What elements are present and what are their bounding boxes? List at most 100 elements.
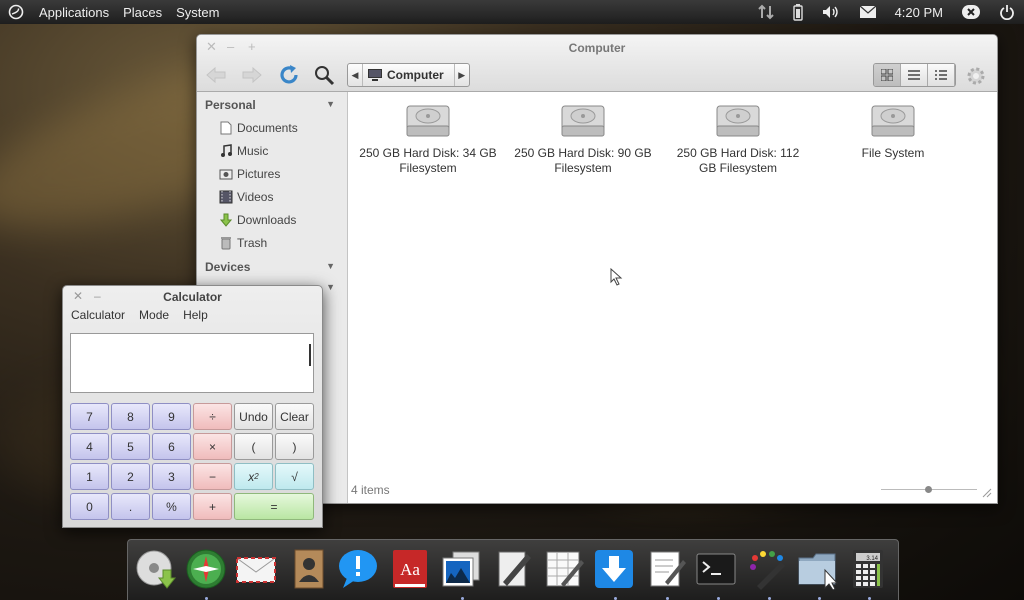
videos-icon	[219, 190, 233, 204]
key-square[interactable]: x2	[234, 463, 273, 490]
trash-icon	[219, 236, 233, 250]
path-right-arrow-icon[interactable]: ▶	[455, 70, 469, 81]
key-plus[interactable]: +	[193, 493, 232, 520]
view-switcher	[873, 63, 956, 87]
pictures-icon	[219, 167, 233, 181]
key-minus[interactable]: −	[193, 463, 232, 490]
spreadsheet-icon[interactable]	[542, 547, 586, 591]
key-sqrt[interactable]: √	[275, 463, 314, 490]
mail-icon[interactable]	[234, 547, 278, 591]
undo-button[interactable]: Undo	[234, 403, 273, 430]
reload-icon[interactable]	[277, 63, 301, 90]
drive-item[interactable]: 250 GB Hard Disk: 34 GB Filesystem	[358, 92, 498, 176]
collapse-arrow-icon[interactable]: ▼	[326, 261, 335, 271]
zoom-slider-handle[interactable]	[925, 486, 932, 493]
sidebar-item-label: Downloads	[237, 212, 297, 227]
session-indicator-icon[interactable]	[952, 4, 990, 20]
sidebar-item-pictures[interactable]: Pictures	[197, 162, 347, 185]
key-9[interactable]: 9	[152, 403, 191, 430]
calculator-icon-display: 3.14	[866, 556, 878, 562]
elementary-logo-icon[interactable]	[6, 2, 26, 22]
file-view[interactable]: 250 GB Hard Disk: 34 GB Filesystem 250 G…	[348, 92, 997, 503]
photos-icon[interactable]	[438, 547, 482, 591]
power-icon[interactable]	[990, 4, 1024, 20]
key-decimal[interactable]: .	[111, 493, 150, 520]
forward-icon[interactable]	[239, 65, 263, 88]
downloads-icon	[219, 213, 233, 227]
web-browser-icon[interactable]	[184, 547, 228, 591]
text-editor-icon[interactable]	[644, 547, 688, 591]
back-icon[interactable]	[205, 65, 229, 88]
mail-indicator-icon[interactable]	[850, 5, 886, 19]
help-menu[interactable]: Help	[183, 308, 208, 322]
breadcrumb[interactable]: Computer	[362, 64, 455, 86]
system-menu[interactable]: System	[169, 5, 226, 20]
gear-icon[interactable]	[965, 65, 987, 90]
dictionary-icon[interactable]: Aa	[388, 547, 432, 591]
resize-grip-icon[interactable]	[982, 487, 992, 501]
computer-icon	[368, 69, 382, 81]
key-8[interactable]: 8	[111, 403, 150, 430]
volume-icon[interactable]	[812, 4, 850, 20]
devices-section-header[interactable]: Devices ▼	[197, 254, 347, 278]
sidebar-item-documents[interactable]: Documents	[197, 116, 347, 139]
places-menu[interactable]: Places	[116, 5, 169, 20]
key-5[interactable]: 5	[111, 433, 150, 460]
sidebar-item-music[interactable]: Music	[197, 139, 347, 162]
key-4[interactable]: 4	[70, 433, 109, 460]
key-7[interactable]: 7	[70, 403, 109, 430]
item-count: 4 items	[351, 483, 390, 497]
sidebar-item-label: Pictures	[237, 166, 281, 181]
key-3[interactable]: 3	[152, 463, 191, 490]
calculator-display[interactable]	[70, 333, 314, 393]
drive-label: 250 GB Hard Disk: 34 GB Filesystem	[359, 146, 497, 175]
compact-view-icon[interactable]	[928, 64, 955, 86]
key-left-paren[interactable]: (	[234, 433, 273, 460]
key-0[interactable]: 0	[70, 493, 109, 520]
clock[interactable]: 4:20 PM	[886, 5, 952, 20]
downloader-icon[interactable]	[592, 547, 636, 591]
sidebar-item-downloads[interactable]: Downloads	[197, 208, 347, 231]
icon-view-icon[interactable]	[874, 64, 901, 86]
personal-section-header[interactable]: Personal ▼	[197, 92, 347, 116]
contacts-icon[interactable]	[286, 547, 330, 591]
chat-icon[interactable]	[336, 547, 380, 591]
file-manager-titlebar[interactable]: ✕ – + Computer ◀ Computer ▶	[197, 35, 997, 92]
key-divide[interactable]: ÷	[193, 403, 232, 430]
drive-item[interactable]: 250 GB Hard Disk: 90 GB Filesystem	[513, 92, 653, 176]
cd-install-icon[interactable]	[134, 547, 178, 591]
path-left-arrow-icon[interactable]: ◀	[348, 70, 362, 81]
square-exponent: 2	[254, 472, 259, 481]
drive-label: 250 GB Hard Disk: 112 GB Filesystem	[676, 146, 800, 175]
mode-menu[interactable]: Mode	[139, 308, 169, 322]
key-1[interactable]: 1	[70, 463, 109, 490]
list-view-icon[interactable]	[901, 64, 928, 86]
paint-icon[interactable]	[746, 547, 790, 591]
calculator-window: ✕ – Calculator Calculator Mode Help 7 8 …	[62, 285, 323, 528]
collapse-arrow-icon[interactable]: ▼	[326, 99, 335, 109]
files-icon[interactable]	[796, 547, 840, 591]
clear-button[interactable]: Clear	[275, 403, 314, 430]
key-multiply[interactable]: ×	[193, 433, 232, 460]
sidebar-item-videos[interactable]: Videos	[197, 185, 347, 208]
location-pathbar[interactable]: ◀ Computer ▶	[347, 63, 470, 87]
sidebar-item-trash[interactable]: Trash	[197, 231, 347, 254]
battery-icon[interactable]	[784, 3, 812, 21]
key-equals[interactable]: =	[234, 493, 314, 520]
calculator-menu[interactable]: Calculator	[71, 308, 125, 322]
key-right-paren[interactable]: )	[275, 433, 314, 460]
search-icon[interactable]	[313, 64, 335, 89]
key-2[interactable]: 2	[111, 463, 150, 490]
calculator-menubar: Calculator Mode Help	[71, 308, 208, 322]
terminal-icon[interactable]	[694, 547, 738, 591]
calculator-icon[interactable]: 3.14	[846, 547, 890, 591]
notes-icon[interactable]	[492, 547, 536, 591]
key-percent[interactable]: %	[152, 493, 191, 520]
drive-item[interactable]: 250 GB Hard Disk: 112 GB Filesystem	[668, 92, 808, 176]
key-6[interactable]: 6	[152, 433, 191, 460]
collapse-arrow-icon[interactable]: ▼	[326, 282, 335, 292]
applications-menu[interactable]: Applications	[32, 5, 116, 20]
top-panel: Applications Places System 4:20 PM	[0, 0, 1024, 24]
network-icon[interactable]	[748, 4, 784, 20]
drive-item[interactable]: File System	[823, 92, 963, 161]
